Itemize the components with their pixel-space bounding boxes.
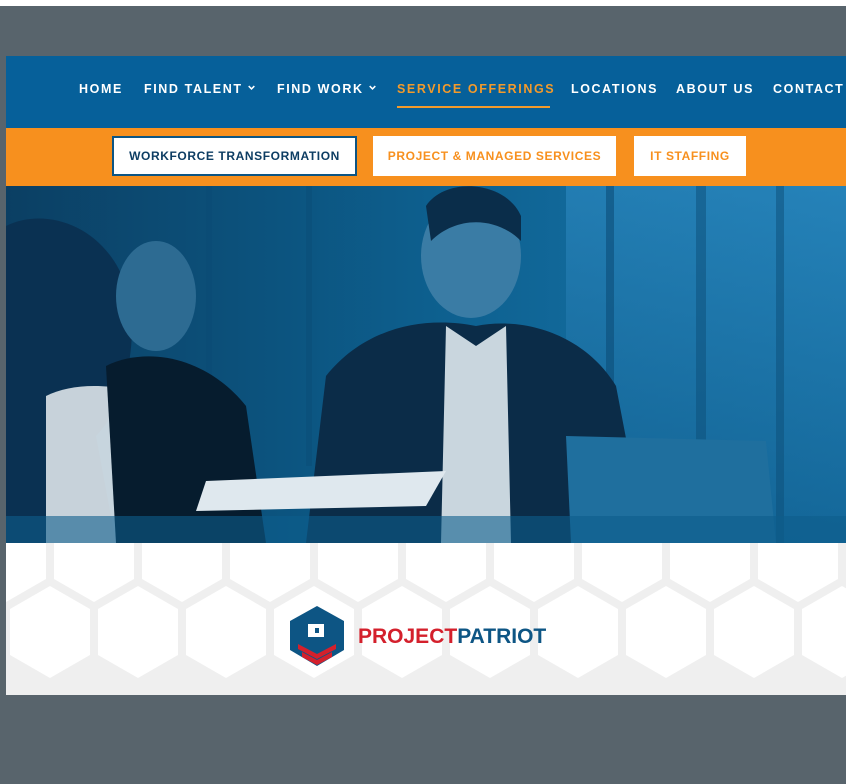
nav-find-talent[interactable]: FIND TALENT <box>144 82 255 96</box>
chevron-down-icon <box>247 85 255 90</box>
project-patriot-logo: PROJECTPATRIOT <box>286 604 546 670</box>
nav-service-offerings[interactable]: SERVICE OFFERINGS <box>397 82 555 96</box>
nav-contact-us[interactable]: CONTACT U <box>773 82 852 96</box>
active-nav-underline <box>397 106 550 108</box>
it-staffing-button[interactable]: IT STAFFING <box>634 136 746 176</box>
workforce-transformation-button[interactable]: WORKFORCE TRANSFORMATION <box>112 136 357 176</box>
chevron-down-icon <box>368 85 376 90</box>
bottom-frame <box>0 695 846 784</box>
main-nav: HOME FIND TALENT FIND WORK SERVICE OFFER… <box>6 56 852 128</box>
right-edge <box>846 0 852 784</box>
service-subnav: WORKFORCE TRANSFORMATION PROJECT & MANAG… <box>6 128 852 186</box>
top-band <box>0 0 852 6</box>
logo-wordmark: PROJECTPATRIOT <box>358 625 547 648</box>
nav-home[interactable]: HOME <box>79 82 123 96</box>
patriot-hexagon-icon <box>290 606 344 666</box>
nav-find-work[interactable]: FIND WORK <box>277 82 376 96</box>
nav-about-us[interactable]: ABOUT US <box>676 82 754 96</box>
logo-band: PROJECTPATRIOT <box>6 543 852 695</box>
business-meeting-photo <box>6 186 852 543</box>
project-managed-services-button[interactable]: PROJECT & MANAGED SERVICES <box>373 136 616 176</box>
nav-locations[interactable]: LOCATIONS <box>571 82 658 96</box>
hero-image <box>6 186 852 543</box>
